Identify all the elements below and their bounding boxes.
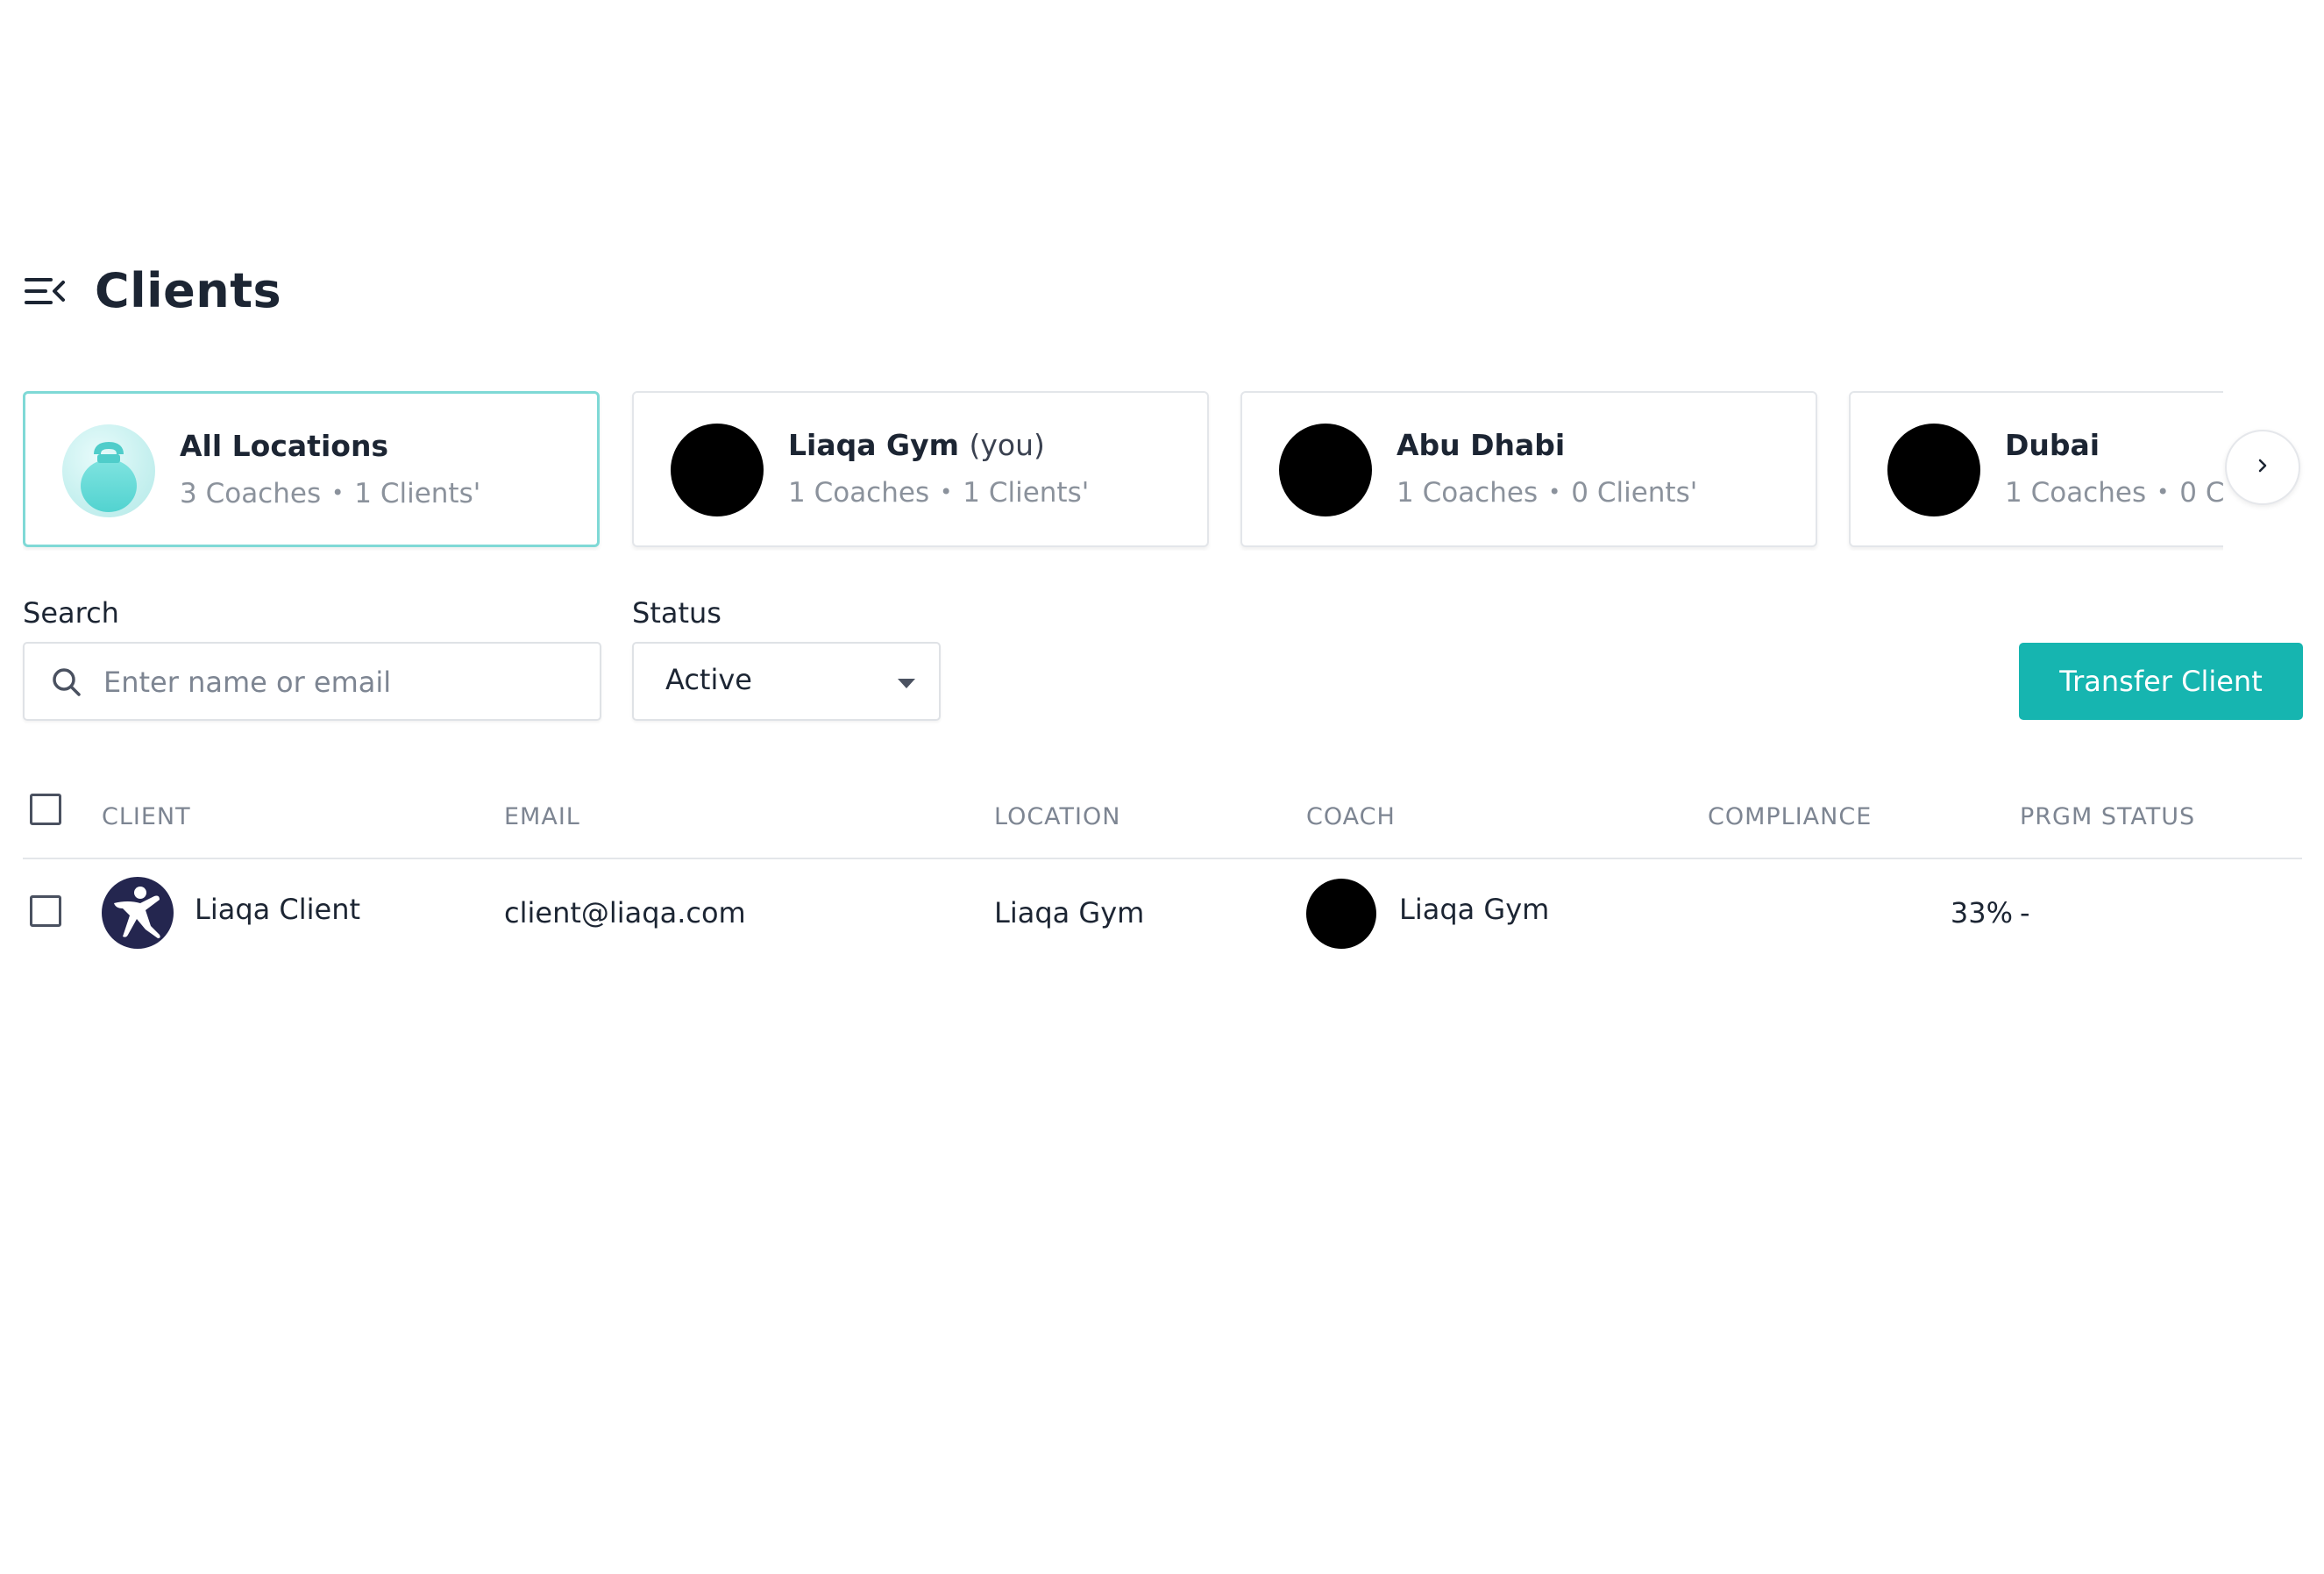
location-name: All Locations <box>180 429 389 463</box>
search-field[interactable] <box>23 642 601 721</box>
location-avatar <box>1887 424 1980 516</box>
location-name: Abu Dhabi <box>1397 428 1566 462</box>
column-header-location[interactable]: LOCATION <box>994 803 1120 830</box>
client-location: Liaqa Gym <box>994 896 1145 929</box>
column-header-coach[interactable]: COACH <box>1306 803 1396 830</box>
search-icon <box>49 665 84 700</box>
table-row[interactable]: Liaqa Client client@liaqa.com Liaqa Gym … <box>23 859 2302 973</box>
location-stats: 1 Coaches•0 Clients' <box>2005 477 2223 509</box>
location-cards: All Locations 3 Coaches • 1 Clients' Liaqa… <box>23 391 2223 551</box>
location-name: Dubai <box>2005 428 2100 462</box>
client-avatar <box>102 877 174 949</box>
program-status: - <box>2020 896 2030 929</box>
column-header-email[interactable]: EMAIL <box>504 803 580 830</box>
location-card-abu-dhabi[interactable]: Abu Dhabi 1 Coaches • 0 Clients' <box>1240 391 1817 547</box>
clients-table: CLIENT EMAIL LOCATION COACH COMPLIANCE P… <box>23 780 2302 973</box>
caret-down-icon <box>897 677 916 689</box>
status-dropdown[interactable]: Active <box>632 642 941 721</box>
row-checkbox[interactable] <box>30 895 61 927</box>
collapse-menu-icon[interactable] <box>25 272 68 310</box>
location-avatar <box>671 424 764 516</box>
location-stats: 3 Coaches • 1 Clients' <box>180 478 481 509</box>
select-all-checkbox[interactable] <box>30 794 61 825</box>
column-header-compliance[interactable]: COMPLIANCE <box>1708 803 1872 830</box>
location-stats: 1 Coaches•0 Clients' <box>1397 477 1698 509</box>
chevron-right-icon <box>2256 458 2269 477</box>
client-name[interactable]: Liaqa Client <box>195 893 360 926</box>
table-header: CLIENT EMAIL LOCATION COACH COMPLIANCE P… <box>23 780 2302 859</box>
location-name: Liaqa Gym (you) <box>788 428 1045 462</box>
status-label: Status <box>632 596 721 630</box>
transfer-client-button[interactable]: Transfer Client <box>2019 643 2303 720</box>
status-selected-value: Active <box>665 663 752 696</box>
client-email: client@liaqa.com <box>504 896 746 929</box>
location-card-liaqa-gym[interactable]: Liaqa Gym (you) 1 Coaches • 1 Clients' <box>632 391 1209 547</box>
column-header-client[interactable]: CLIENT <box>102 803 191 830</box>
search-input[interactable] <box>102 656 579 709</box>
coach-name: Liaqa Gym <box>1399 893 1550 926</box>
page-header: Clients <box>25 263 281 318</box>
column-header-prgm-status[interactable]: PRGM STATUS <box>2020 803 2195 830</box>
location-avatar <box>1279 424 1372 516</box>
coach-avatar <box>1306 879 1376 949</box>
compliance-value: 33% <box>1950 896 2013 929</box>
location-card-dubai[interactable]: Dubai 1 Coaches•0 Clients' <box>1849 391 2223 547</box>
kettlebell-icon <box>62 424 155 517</box>
location-stats: 1 Coaches • 1 Clients' <box>788 477 1090 509</box>
location-card-all[interactable]: All Locations 3 Coaches • 1 Clients' <box>23 391 600 547</box>
scroll-right-button[interactable] <box>2225 430 2300 505</box>
search-label: Search <box>23 596 119 630</box>
page-title: Clients <box>95 263 282 318</box>
